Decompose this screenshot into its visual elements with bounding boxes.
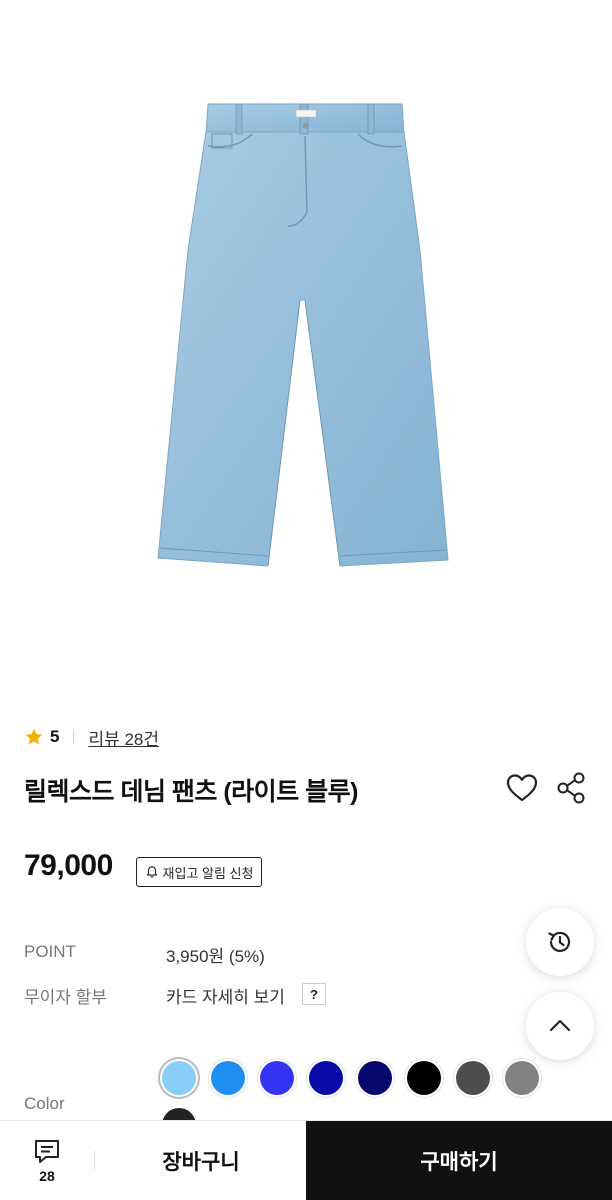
- divider: [94, 1151, 95, 1171]
- product-image[interactable]: [0, 0, 612, 690]
- buy-now-button[interactable]: 구매하기: [306, 1121, 612, 1200]
- wishlist-button[interactable]: [504, 770, 540, 806]
- color-option-label: Color: [24, 1094, 65, 1113]
- bottom-action-bar: 28 장바구니 구매하기: [0, 1120, 612, 1200]
- point-value: 3,950원 (5%): [166, 947, 265, 966]
- help-button[interactable]: ?: [302, 983, 326, 1005]
- installment-label: 무이자 할부: [24, 988, 107, 1007]
- divider: [73, 730, 75, 744]
- point-label: POINT: [24, 942, 76, 961]
- scroll-top-button[interactable]: [526, 992, 594, 1060]
- rating-score: 5: [50, 727, 60, 746]
- chat-icon: [35, 1140, 59, 1163]
- restock-label: 재입고 알림 신청: [162, 865, 254, 881]
- chat-count: 28: [39, 1168, 55, 1184]
- denim-pants-image: [157, 103, 449, 567]
- color-swatch[interactable]: [309, 1061, 343, 1095]
- restock-alert-button[interactable]: 재입고 알림 신청: [136, 857, 262, 887]
- share-button[interactable]: [554, 770, 588, 806]
- share-icon: [557, 772, 585, 804]
- review-count-link[interactable]: 리뷰 28건: [88, 725, 159, 750]
- color-swatch[interactable]: [358, 1061, 392, 1095]
- color-swatch[interactable]: [260, 1061, 294, 1095]
- product-title: 릴렉스드 데님 팬츠 (라이트 블루): [24, 778, 358, 806]
- history-icon: [548, 931, 571, 952]
- color-swatch[interactable]: [407, 1061, 441, 1095]
- star-icon: [25, 728, 43, 745]
- color-swatch[interactable]: [211, 1061, 245, 1095]
- chevron-up-icon: [549, 1019, 571, 1032]
- rating-row: 5 리뷰 28건: [24, 724, 159, 750]
- bell-icon: [146, 866, 157, 878]
- add-to-cart-button[interactable]: 장바구니: [96, 1121, 306, 1200]
- heart-icon: [506, 774, 538, 802]
- color-swatch[interactable]: [505, 1061, 539, 1095]
- product-price: 79,000: [24, 849, 113, 882]
- color-swatch[interactable]: [162, 1061, 196, 1095]
- card-details-link[interactable]: 카드 자세히 보기: [166, 983, 285, 1008]
- chat-button[interactable]: 28: [0, 1121, 94, 1200]
- color-swatch[interactable]: [456, 1061, 490, 1095]
- recent-history-button[interactable]: [526, 908, 594, 976]
